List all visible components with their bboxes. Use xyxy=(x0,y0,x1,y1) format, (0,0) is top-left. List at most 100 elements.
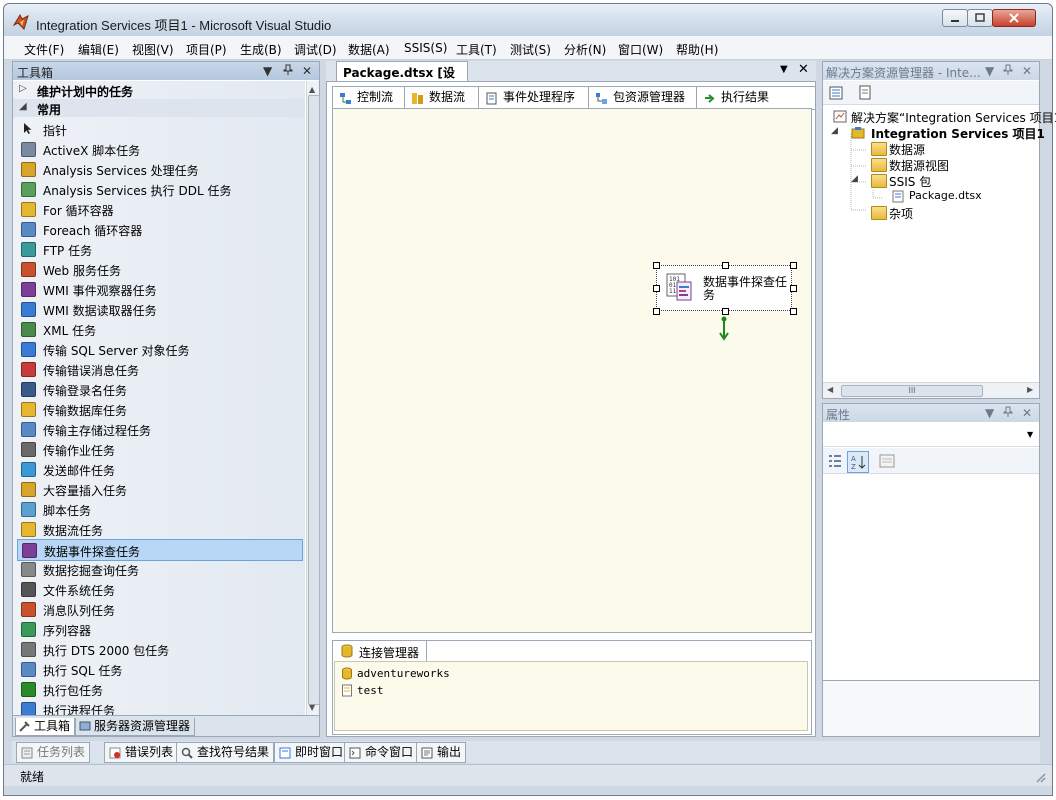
tab-error-list[interactable]: 错误列表 xyxy=(104,742,179,763)
data-profiling-task-shape[interactable]: 101 010 110 数据事件探查任务 xyxy=(653,262,797,315)
toolbox-item[interactable]: 脚本任务 xyxy=(17,499,301,519)
dropdown-arrow-icon[interactable]: ▼ xyxy=(263,64,272,78)
categorized-icon[interactable] xyxy=(827,453,843,472)
resize-handle[interactable] xyxy=(653,308,660,315)
collapse-arrow-icon[interactable]: ◢ xyxy=(831,126,838,136)
tab-command-window[interactable]: 命令窗口 xyxy=(344,742,419,763)
menu-edit[interactable]: 编辑(E) xyxy=(78,41,119,58)
toolbox-item[interactable]: 执行 SQL 任务 xyxy=(17,659,301,679)
toolbox-item[interactable]: 指针 xyxy=(17,119,301,139)
tab-execution-results[interactable]: 执行结果 xyxy=(696,86,816,110)
toolbox-item[interactable]: 文件系统任务 xyxy=(17,579,301,599)
toolbox-item[interactable]: 执行包任务 xyxy=(17,679,301,699)
menu-test[interactable]: 测试(S) xyxy=(510,41,551,58)
toolbox-item[interactable]: 消息队列任务 xyxy=(17,599,301,619)
resize-handle[interactable] xyxy=(790,262,797,269)
toolbox-item[interactable]: 数据流任务 xyxy=(17,519,301,539)
resize-handle[interactable] xyxy=(722,262,729,269)
tab-output[interactable]: 输出 xyxy=(416,742,467,763)
menu-debug[interactable]: 调试(D) xyxy=(294,41,337,58)
toolbox-item[interactable]: Web 服务任务 xyxy=(17,259,301,279)
precedence-constraint-arrow-icon[interactable] xyxy=(716,314,732,342)
pin-icon[interactable] xyxy=(1003,64,1013,79)
scrollbar-thumb[interactable]: III xyxy=(841,385,983,397)
toolbox-item[interactable]: 传输数据库任务 xyxy=(17,399,301,419)
tab-task-list[interactable]: 任务列表 xyxy=(16,742,91,763)
close-window-button[interactable] xyxy=(992,9,1036,27)
menu-analyze[interactable]: 分析(N) xyxy=(564,41,606,58)
dropdown-arrow-icon[interactable]: ▼ xyxy=(985,406,994,420)
toolbox-item[interactable]: 传输主存储过程任务 xyxy=(17,419,301,439)
alphabetical-sort-icon[interactable]: AZ xyxy=(847,451,869,473)
close-icon[interactable]: ✕ xyxy=(1022,64,1032,78)
restore-button[interactable] xyxy=(967,9,993,27)
pin-icon[interactable] xyxy=(1003,406,1013,421)
toolbox-item[interactable]: 发送邮件任务 xyxy=(17,459,301,479)
resize-handle[interactable] xyxy=(790,308,797,315)
toolbox-item[interactable]: XML 任务 xyxy=(17,319,301,339)
toolbox-item[interactable]: 序列容器 xyxy=(17,619,301,639)
resize-handle[interactable] xyxy=(790,285,797,292)
resize-grip-icon[interactable] xyxy=(1034,771,1046,783)
toolbox-item[interactable]: WMI 事件观察器任务 xyxy=(17,279,301,299)
close-icon[interactable]: ✕ xyxy=(1022,406,1032,420)
collapse-arrow-icon[interactable]: ◢ xyxy=(851,174,858,184)
menu-data[interactable]: 数据(A) xyxy=(348,41,390,58)
pin-icon[interactable] xyxy=(283,64,293,79)
toolbox-item[interactable]: Analysis Services 处理任务 xyxy=(17,159,301,179)
toolbox-item[interactable]: 传输 SQL Server 对象任务 xyxy=(17,339,301,359)
task-icon xyxy=(21,162,36,177)
menu-tools[interactable]: 工具(T) xyxy=(456,41,497,58)
properties-icon[interactable] xyxy=(829,85,845,104)
close-icon[interactable]: ✕ xyxy=(302,64,312,78)
tab-immediate-window[interactable]: 即时窗口 xyxy=(274,742,349,763)
menu-view[interactable]: 视图(V) xyxy=(132,41,174,58)
resize-handle[interactable] xyxy=(653,262,660,269)
package-explorer-icon xyxy=(595,91,608,104)
menu-file[interactable]: 文件(F) xyxy=(24,41,64,58)
menu-help[interactable]: 帮助(H) xyxy=(676,41,718,58)
scroll-left-icon[interactable]: ◀ xyxy=(827,385,833,394)
dropdown-arrow-icon[interactable]: ▼ xyxy=(985,64,994,78)
toolbox-item[interactable]: 数据挖掘查询任务 xyxy=(17,559,301,579)
task-icon xyxy=(21,302,36,317)
scrollbar-thumb[interactable] xyxy=(308,95,320,705)
menu-ssis[interactable]: SSIS(S) xyxy=(404,41,447,55)
menu-build[interactable]: 生成(B) xyxy=(240,41,282,58)
property-pages-icon[interactable] xyxy=(879,453,895,472)
toolbox-item[interactable]: 传输登录名任务 xyxy=(17,379,301,399)
toolbox-item[interactable]: 传输错误消息任务 xyxy=(17,359,301,379)
toolbox-group-common[interactable]: ◢ 常用 xyxy=(13,99,305,117)
toolbox-item[interactable]: 传输作业任务 xyxy=(17,439,301,459)
show-all-files-icon[interactable] xyxy=(857,85,873,104)
properties-object-selector[interactable]: ▼ xyxy=(823,425,1039,447)
toolbox-item[interactable]: For 循环容器 xyxy=(17,199,301,219)
document-list-arrow-icon[interactable]: ▼ xyxy=(780,64,788,75)
toolbox-item[interactable]: 执行进程任务 xyxy=(17,699,301,715)
control-flow-canvas[interactable] xyxy=(332,108,812,633)
toolbox-item[interactable]: Analysis Services 执行 DDL 任务 xyxy=(17,179,301,199)
toolbox-item[interactable]: 执行 DTS 2000 包任务 xyxy=(17,639,301,659)
menu-window[interactable]: 窗口(W) xyxy=(618,41,663,58)
task-icon xyxy=(21,242,36,257)
document-tab-package[interactable]: Package.dtsx [设计]* xyxy=(336,61,468,97)
tab-server-explorer[interactable]: 服务器资源管理器 xyxy=(75,718,196,736)
toolbox-item[interactable]: 数据事件探查任务 xyxy=(17,539,303,561)
toolbox-item[interactable]: FTP 任务 xyxy=(17,239,301,259)
resize-handle[interactable] xyxy=(653,285,660,292)
tab-toolbox[interactable]: 工具箱 xyxy=(15,718,76,736)
toolbox-item[interactable]: WMI 数据读取器任务 xyxy=(17,299,301,319)
toolbox-title: 工具箱 xyxy=(17,66,54,80)
scroll-right-icon[interactable]: ▶ xyxy=(1027,385,1033,394)
toolbox-group-maintenance[interactable]: ▷ 维护计划中的任务 xyxy=(13,81,305,99)
tab-find-symbol-results[interactable]: 查找符号结果 xyxy=(176,742,275,763)
solution-explorer-hscrollbar[interactable]: ◀ III ▶ xyxy=(823,382,1039,398)
toolbox-scrollbar[interactable]: ▲ ▼ xyxy=(306,81,320,715)
toolbox-item[interactable]: ActiveX 脚本任务 xyxy=(17,139,301,159)
close-document-icon[interactable]: ✕ xyxy=(798,62,809,77)
menu-project[interactable]: 项目(P) xyxy=(186,41,227,58)
minimize-button[interactable] xyxy=(942,9,968,27)
toolbox-item[interactable]: 大容量插入任务 xyxy=(17,479,301,499)
tab-connection-manager[interactable]: 连接管理器 xyxy=(332,640,427,661)
toolbox-item[interactable]: Foreach 循环容器 xyxy=(17,219,301,239)
